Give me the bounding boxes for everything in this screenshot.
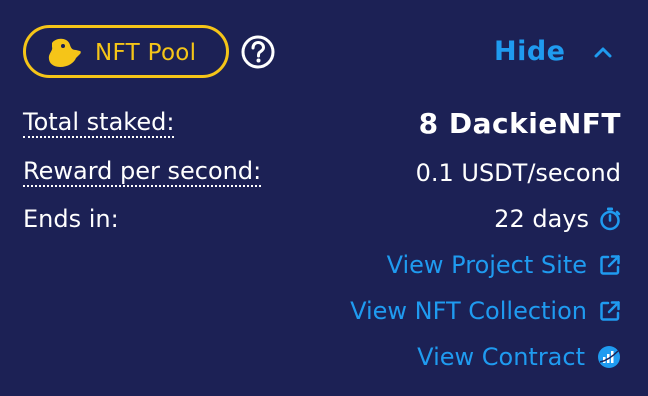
ends-in-label: Ends in: <box>23 205 119 233</box>
external-link-icon <box>600 255 620 275</box>
question-circle-icon[interactable] <box>241 35 275 69</box>
explorer-icon <box>598 346 620 368</box>
nft-pool-badge: NFT Pool <box>23 25 229 78</box>
chevron-up-icon <box>594 47 611 58</box>
total-staked-row: Total staked: 8 DackieNFT <box>23 108 621 144</box>
duck-icon <box>48 38 81 67</box>
badge-label: NFT Pool <box>95 40 197 66</box>
view-contract-label: View Contract <box>417 343 585 371</box>
ends-in-value-group: 22 days <box>494 203 621 235</box>
hide-details-button[interactable]: Hide <box>494 34 612 70</box>
ends-in-value: 22 days <box>494 205 589 233</box>
view-nft-collection-label: View NFT Collection <box>350 297 587 325</box>
view-contract-link[interactable]: View Contract <box>417 341 621 373</box>
view-nft-collection-link[interactable]: View NFT Collection <box>350 295 621 327</box>
view-project-site-label: View Project Site <box>386 251 587 279</box>
total-staked-label[interactable]: Total staked: <box>23 108 175 138</box>
view-project-site-link[interactable]: View Project Site <box>387 249 621 281</box>
reward-row: Reward per second: 0.1 USDT/second <box>23 157 621 193</box>
reward-per-second-value: 0.1 USDT/second <box>415 159 621 187</box>
reward-per-second-label[interactable]: Reward per second: <box>23 157 262 187</box>
external-link-icon <box>600 301 620 321</box>
hide-label: Hide <box>494 36 566 67</box>
total-staked-value: 8 DackieNFT <box>418 107 621 140</box>
stopwatch-icon <box>600 207 621 231</box>
